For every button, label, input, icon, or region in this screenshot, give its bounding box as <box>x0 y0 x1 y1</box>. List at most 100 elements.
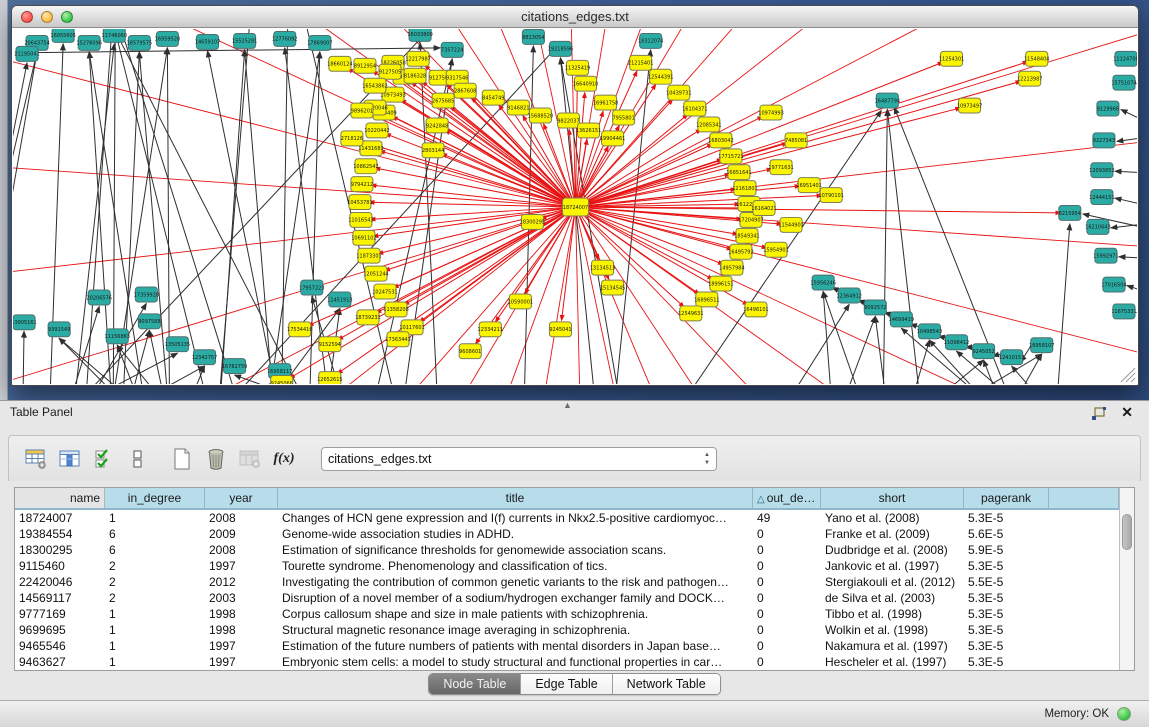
graph-node[interactable]: 18300295 <box>520 214 545 229</box>
graph-node[interactable]: 17534416 <box>287 322 312 337</box>
graph-node[interactable]: 16210643 <box>1085 219 1110 234</box>
graph-node[interactable]: 15688520 <box>528 108 553 123</box>
new-document-icon[interactable] <box>167 445 197 473</box>
graph-node[interactable]: 8912954 <box>354 58 376 73</box>
graph-node[interactable]: 16951401 <box>796 178 821 193</box>
cell-in_degree[interactable]: 1 <box>105 654 205 670</box>
graph-node[interactable]: 12085341 <box>696 117 721 132</box>
row-checks-icon[interactable] <box>89 445 119 473</box>
column-header-pagerank[interactable]: pagerank <box>964 488 1049 508</box>
graph-node[interactable]: 12444151 <box>1089 190 1114 205</box>
graph-node[interactable]: 9245066 <box>271 376 293 384</box>
cell-year[interactable]: 1997 <box>205 654 278 670</box>
graph-node[interactable]: 9242848 <box>426 118 448 133</box>
cell-pagerank[interactable]: 5.3E-5 <box>964 622 1049 638</box>
cell-title[interactable]: Investigating the contribution of common… <box>278 574 753 590</box>
cell-short[interactable]: Dudbridge et al. (2008) <box>821 542 964 558</box>
graph-node[interactable]: 10691102 <box>351 230 376 245</box>
cell-year[interactable]: 1997 <box>205 638 278 654</box>
cell-name[interactable]: 9465546 <box>15 638 105 654</box>
cell-filler[interactable] <box>1049 510 1119 526</box>
table-row[interactable]: 911546021997Tourette syndrome. Phenomeno… <box>15 558 1119 574</box>
graph-node[interactable]: 18739231 <box>355 310 380 325</box>
graph-node[interactable]: 15525281 <box>232 33 257 48</box>
cell-filler[interactable] <box>1049 590 1119 606</box>
graph-node[interactable]: 19904461 <box>600 131 625 146</box>
table-row[interactable]: 969969511998Structural magnetic resonanc… <box>15 622 1119 638</box>
cell-short[interactable]: Tibbo et al. (1998) <box>821 606 964 622</box>
graph-node[interactable]: 12093852 <box>1089 163 1114 178</box>
memory-status-indicator[interactable] <box>1117 707 1131 721</box>
graph-node[interactable]: 12161801 <box>732 181 757 196</box>
graph-node[interactable]: 12342757 <box>192 350 217 365</box>
graph-node[interactable]: 18549341 <box>734 228 759 243</box>
graph-node[interactable]: 17869007 <box>307 35 332 50</box>
table-row[interactable]: 1830029562008Estimation of significance … <box>15 542 1119 558</box>
float-window-icon[interactable] <box>1091 407 1107 421</box>
cell-short[interactable]: Franke et al. (2009) <box>821 526 964 542</box>
cell-out_de…[interactable]: 0 <box>753 638 821 654</box>
graph-node[interactable]: 10498543 <box>917 324 942 339</box>
graph-node[interactable]: 9152594 <box>319 337 341 352</box>
graph-node[interactable]: 16961758 <box>593 95 618 110</box>
table-selector-dropdown[interactable]: citations_edges.txt ▲▼ <box>321 447 717 471</box>
column-header-year[interactable]: year <box>205 488 278 508</box>
graph-node[interactable]: 16851641 <box>726 165 751 180</box>
graph-node[interactable]: 18660124 <box>327 56 352 71</box>
graph-node[interactable]: 8454749 <box>482 90 504 105</box>
column-header-out_de…[interactable]: △out_de… <box>753 488 821 508</box>
table-row[interactable]: 946362711997Embryonic stem cells: a mode… <box>15 654 1119 670</box>
table-row[interactable]: 1938455462009Genome-wide association stu… <box>15 526 1119 542</box>
function-builder-icon[interactable]: f(x) <box>269 445 299 473</box>
graph-node[interactable]: 11873301 <box>356 248 381 263</box>
cell-name[interactable]: 18300295 <box>15 542 105 558</box>
cell-in_degree[interactable]: 1 <box>105 622 205 638</box>
cell-out_de…[interactable]: 0 <box>753 526 821 542</box>
tab-edge-table[interactable]: Edge Table <box>521 674 612 694</box>
cell-year[interactable]: 2009 <box>205 526 278 542</box>
graph-node[interactable]: 13505135 <box>165 337 190 352</box>
graph-node[interactable]: 2803144 <box>422 143 444 158</box>
graph-node[interactable]: 10790101 <box>818 188 843 203</box>
cell-title[interactable]: Estimation of the future numbers of pati… <box>278 638 753 654</box>
cell-name[interactable]: 22420046 <box>15 574 105 590</box>
cell-in_degree[interactable]: 6 <box>105 542 205 558</box>
cell-out_de…[interactable]: 0 <box>753 574 821 590</box>
graph-node[interactable]: 17359928 <box>134 287 159 302</box>
cell-title[interactable]: Disruption of a novel member of a sodium… <box>278 590 753 606</box>
graph-node[interactable]: 16896511 <box>694 292 719 307</box>
graph-node[interactable]: 9608601 <box>459 344 481 359</box>
cell-title[interactable]: Estimation of significance thresholds fo… <box>278 542 753 558</box>
table-row[interactable]: 1872400712008Changes of HCN gene express… <box>15 510 1119 526</box>
cell-pagerank[interactable]: 5.3E-5 <box>964 510 1049 526</box>
graph-node[interactable]: 10247531 <box>372 284 397 299</box>
graph-node[interactable]: 16033809 <box>407 29 432 41</box>
graph-node[interactable]: 11124708 <box>1113 51 1137 66</box>
graph-node[interactable]: 12051244 <box>363 266 388 281</box>
column-header-filler[interactable] <box>1049 488 1119 508</box>
cell-title[interactable]: Tourette syndrome. Phenomenology and cla… <box>278 558 753 574</box>
cell-pagerank[interactable]: 5.3E-5 <box>964 606 1049 622</box>
cell-name[interactable]: 9699695 <box>15 622 105 638</box>
tab-network-table[interactable]: Network Table <box>613 674 720 694</box>
graph-node[interactable]: 9794212 <box>351 177 373 192</box>
graph-node[interactable]: 15992971 <box>1093 248 1118 263</box>
panel-splitter-handle[interactable]: ▲ <box>563 400 572 410</box>
graph-node[interactable]: 20206576 <box>86 290 111 305</box>
graph-node[interactable]: 12544391 <box>648 69 673 84</box>
graph-node[interactable]: 10590001 <box>508 294 533 309</box>
graph-node[interactable]: 11098412 <box>944 335 969 350</box>
cell-year[interactable]: 2012 <box>205 574 278 590</box>
graph-node[interactable]: 17363443 <box>385 332 410 347</box>
graph-nodes[interactable]: 2064375416055605152760961174606018579575… <box>13 29 1137 384</box>
cell-filler[interactable] <box>1049 558 1119 574</box>
scrollbar-thumb[interactable] <box>1122 514 1132 550</box>
cell-filler[interactable] <box>1049 526 1119 542</box>
graph-node[interactable]: 2867608 <box>454 83 476 98</box>
cell-pagerank[interactable]: 5.3E-5 <box>964 638 1049 654</box>
close-window-button[interactable] <box>21 11 33 23</box>
table-row[interactable]: 946554611997Estimation of the future num… <box>15 638 1119 654</box>
graph-node[interactable]: 10973497 <box>957 98 982 113</box>
graph-node[interactable]: 11016543 <box>348 212 373 227</box>
cell-in_degree[interactable]: 1 <box>105 606 205 622</box>
